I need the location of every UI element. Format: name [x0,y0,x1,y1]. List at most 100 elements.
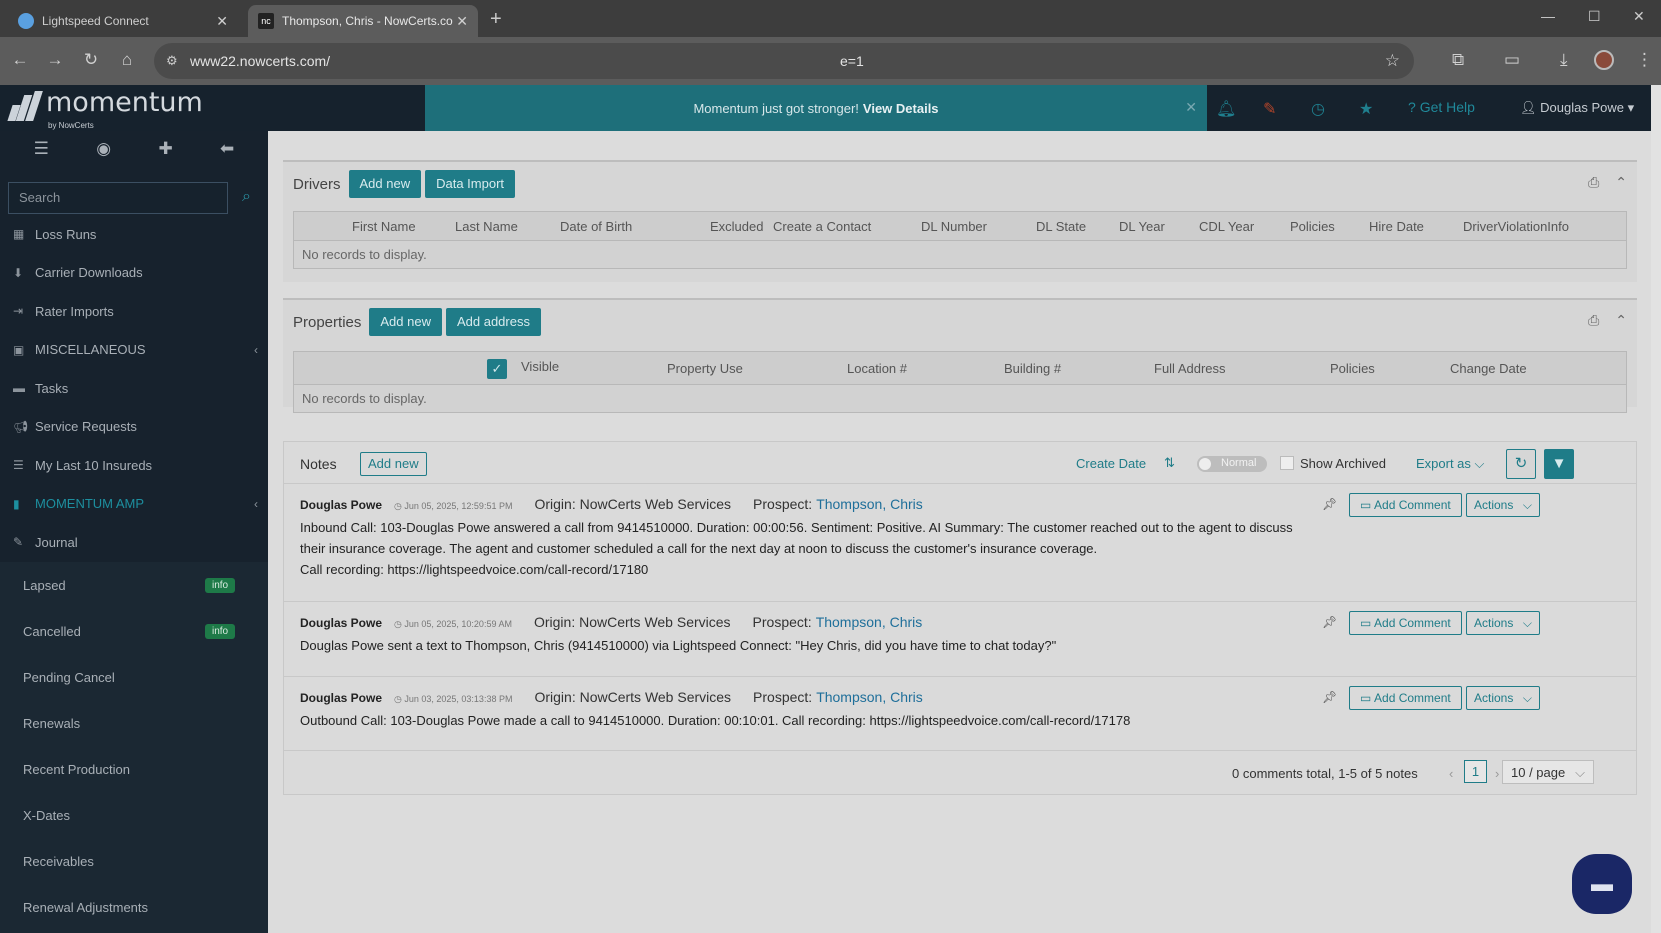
column-header[interactable]: Change Date [1450,361,1527,376]
page-number-button[interactable]: 1 [1464,760,1487,783]
column-header[interactable]: DL Year [1119,219,1165,234]
pin-icon[interactable]: 📌︎ [1322,615,1337,629]
sidebar-item-loss-runs[interactable]: ▦ Loss Runs [0,215,268,254]
arrow-left-icon[interactable]: ⬅ [220,139,234,159]
sort-create-date-button[interactable]: Create Date [1076,456,1146,471]
home-icon[interactable]: ⌂ [116,50,138,70]
add-comment-button[interactable]: ▭ Add Comment [1349,493,1462,517]
add-icon[interactable]: ✚ [158,139,172,159]
column-header[interactable]: Visible [521,359,559,374]
column-header[interactable]: Policies [1290,219,1335,234]
actions-dropdown[interactable]: Actions ⌵ [1466,686,1540,710]
reload-icon[interactable]: ↻ [80,50,102,70]
actions-dropdown[interactable]: Actions ⌵ [1466,611,1540,635]
column-header[interactable]: Policies [1330,361,1375,376]
sidebar-subitem-pending-cancel[interactable]: Pending Cancel [0,654,268,700]
close-tab-icon[interactable]: ✕ [456,13,468,30]
next-page-icon[interactable]: › [1495,766,1499,781]
palette-icon[interactable]: ◉ [96,139,111,159]
chevron-up-icon[interactable]: ⌃ [1615,174,1627,191]
column-header[interactable]: Excluded [710,219,763,234]
favorites-star-icon[interactable]: ★ [1359,99,1373,119]
sidebar-item-my-last-10-insureds[interactable]: ☰ My Last 10 Insureds [0,446,268,485]
actions-dropdown[interactable]: Actions ⌵ [1466,493,1540,517]
page-scrollbar[interactable] [1651,85,1661,933]
note-prospect-link[interactable]: Thompson, Chris [816,689,923,705]
profile-avatar[interactable] [1594,50,1614,70]
prev-page-icon[interactable]: ‹ [1449,766,1453,781]
note-body-line[interactable]: Call recording: https://lightspeedvoice.… [300,559,1310,580]
chevron-up-icon[interactable]: ⌃ [1615,312,1627,329]
show-archived-checkbox[interactable] [1280,456,1294,470]
cast-icon[interactable]: ▭ [1504,50,1520,70]
forward-icon[interactable]: → [44,50,66,70]
column-header[interactable]: DL Number [921,219,987,234]
notes-add-new-button[interactable]: Add new [360,452,427,476]
normal-toggle[interactable]: Normal [1197,456,1267,472]
drivers-data-import-button[interactable]: Data Import [425,170,516,198]
magic-wand-icon[interactable]: ✎ [1263,99,1276,119]
sort-icon[interactable]: ⇅ [1164,455,1175,471]
extensions-icon[interactable]: ⧉ [1452,50,1464,70]
address-bar[interactable]: ⚙ www22.nowcerts.com/ e=1 ☆ [154,43,1414,79]
column-header[interactable]: DriverViolationInfo [1463,219,1569,234]
history-clock-icon[interactable]: ◷ [1311,99,1325,119]
sidebar-item-momentum-amp[interactable]: ▮ MOMENTUM AMP ‹ [0,485,268,524]
site-info-icon[interactable]: ⚙ [166,53,178,69]
filter-button[interactable]: ▼ [1544,449,1574,479]
pin-icon[interactable]: 📌︎ [1322,497,1337,511]
sidebar-item-tasks[interactable]: ▬ Tasks [0,369,268,408]
properties-add-new-button[interactable]: Add new [369,308,442,336]
column-header[interactable]: Create a Contact [773,219,871,234]
visible-checkbox-icon[interactable]: ✓ [487,359,507,379]
sidebar-item-carrier-downloads[interactable]: ⬇ Carrier Downloads [0,254,268,293]
sidebar-item-journal[interactable]: ✎ Journal [0,523,268,562]
menu-dots-icon[interactable]: ⋮ [1636,50,1653,70]
close-window-icon[interactable]: ✕ [1633,8,1645,25]
browser-tab-lightspeed[interactable]: Lightspeed Connect ✕ [8,5,238,37]
browser-tab-nowcerts[interactable]: nc Thompson, Chris - NowCerts.co ✕ [248,5,478,37]
add-comment-button[interactable]: ▭ Add Comment [1349,686,1462,710]
hamburger-menu-icon[interactable]: ☰ [34,139,49,159]
column-header[interactable]: Location # [847,361,907,376]
column-header[interactable]: Property Use [667,361,743,376]
note-prospect-link[interactable]: Thompson, Chris [816,614,923,630]
back-icon[interactable]: ← [9,50,31,70]
column-header[interactable]: Building # [1004,361,1061,376]
sidebar-search-input[interactable]: Search [8,182,228,214]
banner-view-details-link[interactable]: View Details [863,101,939,116]
sidebar-subitem-lapsed[interactable]: Lapsed info [0,562,268,608]
column-header[interactable]: Last Name [455,219,518,234]
chat-widget-button[interactable]: ▬ [1572,854,1632,914]
banner-close-icon[interactable]: ✕ [1185,99,1197,116]
column-header[interactable]: Hire Date [1369,219,1424,234]
properties-add-address-button[interactable]: Add address [445,308,541,336]
refresh-button[interactable]: ↻ [1506,449,1536,479]
export-icon[interactable]: ⎙ [1588,174,1599,191]
sidebar-subitem-receivables[interactable]: Receivables [0,838,268,884]
sidebar-item-miscellaneous[interactable]: ▣ MISCELLANEOUS ‹ [0,331,268,370]
sidebar-item-rater-imports[interactable]: ⇥ Rater Imports [0,292,268,331]
maximize-icon[interactable]: ☐ [1588,8,1601,25]
new-tab-icon[interactable]: + [490,8,502,31]
bookmark-star-icon[interactable]: ☆ [1385,51,1400,71]
note-prospect-link[interactable]: Thompson, Chris [816,496,923,512]
minimize-icon[interactable]: — [1541,8,1555,24]
search-icon[interactable]: ⌕ [242,188,251,206]
sidebar-subitem-x-dates[interactable]: X-Dates [0,792,268,838]
sidebar-subitem-recent-production[interactable]: Recent Production [0,746,268,792]
bell-icon[interactable]: 🔔︎ [1216,99,1236,119]
column-header[interactable]: DL State [1036,219,1086,234]
add-comment-button[interactable]: ▭ Add Comment [1349,611,1462,635]
user-menu[interactable]: 👤︎ Douglas Powe ▾ [1520,100,1634,116]
sidebar-subitem-renewals[interactable]: Renewals [0,700,268,746]
download-icon[interactable]: ⤓ [1560,50,1568,70]
export-icon[interactable]: ⎙ [1588,312,1599,329]
sidebar-subitem-cancelled[interactable]: Cancelled info [0,608,268,654]
page-size-select[interactable]: 10 / page ⌵ [1502,760,1594,784]
sidebar-item-service-requests[interactable]: 📢︎ Service Requests [0,408,268,447]
column-header[interactable]: First Name [352,219,416,234]
get-help-link[interactable]: ? Get Help [1408,99,1475,115]
column-header[interactable]: Full Address [1154,361,1226,376]
sidebar-subitem-renewal-adjustments[interactable]: Renewal Adjustments [0,884,268,930]
